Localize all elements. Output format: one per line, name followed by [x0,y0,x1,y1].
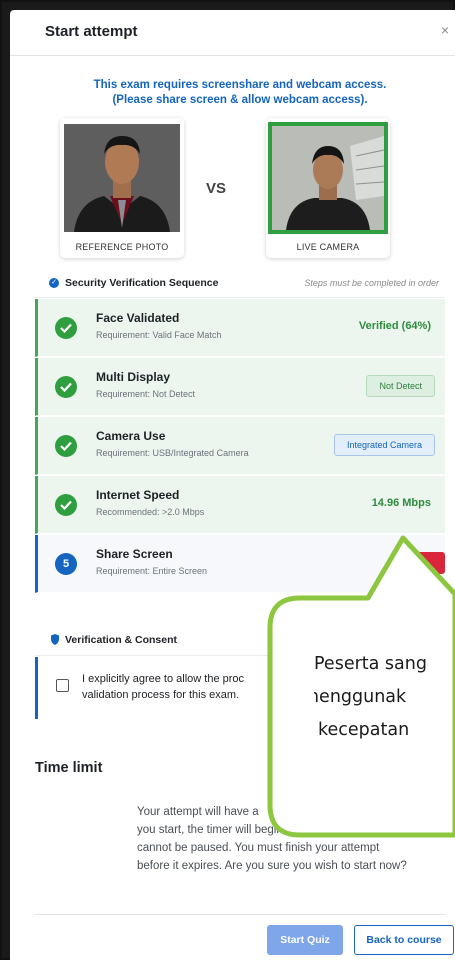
step-requirement: Requirement: Valid Face Match [96,330,222,340]
step-requirement: Requirement: USB/Integrated Camera [96,448,249,458]
notice-line-1: This exam requires screenshare and webca… [93,79,387,91]
callout-line-1: Peserta sang [314,654,427,674]
start-share-button[interactable]: St [405,552,445,574]
step-requirement: Requirement: Entire Screen [96,566,208,576]
step-status: Verified (64%) [358,320,431,332]
consent-title: Verification & Consent [65,634,178,646]
check-icon [55,494,77,516]
consent-text-line-2: validation process for this exam. [82,689,240,701]
vs-label: VS [206,180,227,197]
step-status-badge: Not Detect [366,375,435,397]
consent-checkbox[interactable] [56,679,69,692]
live-camera-label: LIVE CAMERA [296,242,360,252]
time-limit-line-2: you start, the timer will begin to count… [137,824,380,836]
step-camera-use: Camera Use Requirement: USB/Integrated C… [35,417,445,475]
step-name: Internet Speed [96,488,180,502]
step-requirement: Requirement: Not Detect [96,389,196,399]
time-limit-title: Time limit [35,760,103,776]
step-requirement: Recommended: >2.0 Mbps [96,507,205,517]
step-internet-speed: Internet Speed Recommended: >2.0 Mbps 14… [35,476,445,534]
security-sequence-note: Steps must be completed in order [304,278,439,288]
step-name: Face Validated [96,311,180,325]
shield-icon [51,634,59,645]
step-name: Share Screen [96,547,173,561]
time-limit-line-3: cannot be paused. You must finish your a… [137,842,380,854]
reference-photo-card: REFERENCE PHOTO [60,118,184,258]
reference-photo [64,124,180,232]
callout-line-3: kecepatan [318,720,410,740]
step-status-badge: Integrated Camera [333,434,435,456]
time-limit-text: Your attempt will have a you start, the … [137,803,442,875]
dialog-footer-divider [35,914,445,915]
exam-notice: This exam requires screenshare and webca… [40,78,440,108]
check-circle-icon: ✓ [49,278,59,288]
step-multi-display: Multi Display Requirement: Not Detect No… [35,358,445,416]
dialog-title: Start attempt [45,23,138,40]
step-name: Multi Display [96,370,171,384]
step-share-screen: 5 Share Screen Requirement: Entire Scree… [35,535,445,593]
security-sequence-title: Security Verification Sequence [65,277,219,289]
notice-line-2: (Please share screen & allow webcam acce… [112,94,368,106]
security-sequence-header: ✓ Security Verification Sequence Steps m… [35,268,445,298]
time-limit-line-4: before it expires. Are you sure you wish… [137,860,407,872]
callout-text: Peserta sang menggunak kecepatan [314,648,455,747]
step-status: 14.96 Mbps [371,497,431,509]
live-camera-feed [268,122,388,234]
check-icon [55,317,77,339]
time-limit-line-1: Your attempt will have a [137,806,259,818]
check-icon [55,376,77,398]
callout-line-2: menggunak [314,687,407,707]
step-name: Camera Use [96,429,166,443]
check-icon [55,435,77,457]
close-button[interactable]: × [441,22,449,38]
consent-text: I explicitly agree to allow the proc val… [82,671,322,703]
dialog-header: Start attempt × [10,10,455,56]
back-to-course-button[interactable]: Back to course [354,925,454,955]
step-number-badge: 5 [55,553,77,575]
reference-photo-label: REFERENCE PHOTO [75,242,169,252]
start-quiz-button[interactable]: Start Quiz [267,925,343,955]
step-face-validated: Face Validated Requirement: Valid Face M… [35,299,445,357]
live-camera-card: LIVE CAMERA [266,118,390,258]
consent-text-line-1: I explicitly agree to allow the proc [82,673,245,685]
